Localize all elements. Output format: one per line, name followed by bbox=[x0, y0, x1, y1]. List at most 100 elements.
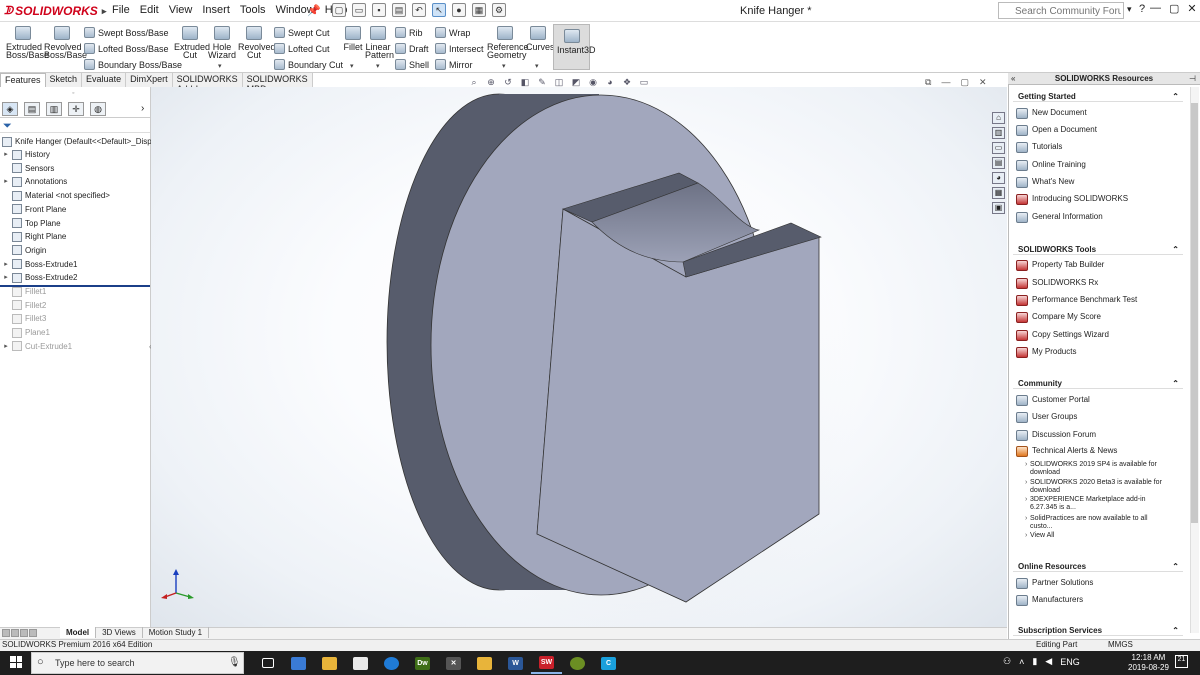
hole-wizard-button[interactable]: Hole Wizard bbox=[208, 26, 236, 60]
dimxpert-manager-tab-icon[interactable]: ✛ bbox=[68, 102, 84, 116]
property-manager-tab-icon[interactable]: ▤ bbox=[24, 102, 40, 116]
resources-link[interactable]: Technical Alerts & News bbox=[1016, 446, 1178, 457]
tree-item[interactable]: ▸ History bbox=[0, 148, 50, 161]
menu-insert[interactable]: Insert bbox=[202, 4, 230, 16]
resources-section-header[interactable]: SOLIDWORKS Tools ⌃ bbox=[1013, 244, 1183, 255]
maximize-icon[interactable]: ▢ bbox=[1169, 2, 1179, 15]
extruded-boss-button[interactable]: Extruded Boss/Base bbox=[6, 26, 49, 60]
view-orientation-icon[interactable]: ◫ bbox=[553, 76, 565, 88]
tab-evaluate[interactable]: Evaluate bbox=[82, 73, 127, 87]
network-icon[interactable]: ▮ bbox=[1032, 656, 1037, 667]
news-link[interactable]: SOLIDWORKS 2020 Beta3 is available for d… bbox=[1025, 479, 1170, 495]
collapse-chevron-icon[interactable]: ⌃ bbox=[1172, 244, 1179, 255]
pane-pin-icon[interactable]: ⊣ bbox=[1189, 74, 1196, 83]
revolved-cut-button[interactable]: Revolved Cut bbox=[238, 26, 276, 60]
lofted-boss-button[interactable]: Lofted Boss/Base bbox=[84, 43, 169, 54]
menu-tools[interactable]: Tools bbox=[240, 4, 266, 16]
notification-center-icon[interactable]: 21 bbox=[1175, 655, 1188, 668]
reference-geometry-button[interactable]: Reference Geometry bbox=[487, 26, 529, 60]
tab-features[interactable]: Features bbox=[0, 73, 46, 87]
menu-file[interactable]: File bbox=[112, 4, 130, 16]
resources-link[interactable]: User Groups bbox=[1016, 412, 1178, 423]
tree-item[interactable]: Plane1 bbox=[0, 326, 50, 339]
prev-tab-icon[interactable] bbox=[11, 629, 19, 637]
resources-link[interactable]: Copy Settings Wizard bbox=[1016, 330, 1178, 341]
resources-link[interactable]: Open a Document bbox=[1016, 125, 1178, 136]
resources-link[interactable]: Introducing SOLIDWORKS bbox=[1016, 194, 1178, 205]
swept-cut-button[interactable]: Swept Cut bbox=[274, 27, 330, 38]
viewport-close-icon[interactable]: ✕ bbox=[979, 77, 987, 88]
expand-arrow-icon[interactable]: ▸ bbox=[0, 175, 12, 188]
shell-button[interactable]: Shell bbox=[395, 59, 429, 70]
collapse-chevron-icon[interactable]: ⌃ bbox=[1172, 378, 1179, 389]
expand-arrow-icon[interactable]: ▸ bbox=[0, 258, 12, 271]
resources-section-header[interactable]: Community ⌃ bbox=[1013, 378, 1183, 389]
file-manager-button[interactable] bbox=[469, 652, 500, 674]
appearances-icon[interactable]: ◕ bbox=[992, 172, 1005, 184]
options-gear-icon[interactable]: ⚙ bbox=[492, 3, 506, 17]
select-cursor-icon[interactable]: ↖ bbox=[432, 3, 446, 17]
fillet-button[interactable]: Fillet bbox=[342, 26, 364, 52]
panel-splitter-icon[interactable]: ◦ bbox=[72, 90, 74, 97]
graphics-area[interactable] bbox=[151, 87, 1007, 627]
minimize-icon[interactable]: — bbox=[1150, 2, 1161, 15]
task-view-button[interactable] bbox=[252, 652, 283, 674]
display-style-icon[interactable]: ◩ bbox=[570, 76, 582, 88]
tree-item[interactable]: Fillet2 bbox=[0, 299, 46, 312]
mail-button[interactable] bbox=[345, 652, 376, 674]
lofted-cut-button[interactable]: Lofted Cut bbox=[274, 43, 330, 54]
units-selector[interactable]: MMGS bbox=[1108, 640, 1133, 649]
configuration-manager-tab-icon[interactable]: ▥ bbox=[46, 102, 62, 116]
boundary-cut-button[interactable]: Boundary Cut bbox=[274, 59, 343, 70]
resources-link[interactable]: My Products bbox=[1016, 347, 1178, 358]
tab-model[interactable]: Model bbox=[60, 627, 97, 638]
home-icon[interactable]: ⌂ bbox=[992, 112, 1005, 124]
windows-start-icon[interactable] bbox=[10, 656, 22, 668]
zoom-to-fit-icon[interactable]: ⌕ bbox=[468, 76, 480, 88]
extruded-cut-button[interactable]: Extruded Cut bbox=[174, 26, 210, 60]
tab-mbd[interactable]: SOLIDWORKS MBD bbox=[242, 73, 313, 94]
resources-link[interactable]: Compare My Score bbox=[1016, 312, 1178, 323]
news-link[interactable]: SolidPractices are now available to all … bbox=[1025, 515, 1170, 531]
section-view-icon[interactable]: ◧ bbox=[519, 76, 531, 88]
resources-link[interactable]: Online Training bbox=[1016, 160, 1178, 171]
new-document-icon[interactable]: ▢ bbox=[332, 3, 346, 17]
edit-appearance-icon[interactable]: ◕ bbox=[604, 76, 616, 88]
zoom-area-icon[interactable]: ⊕ bbox=[485, 76, 497, 88]
resources-link[interactable]: Manufacturers bbox=[1016, 595, 1178, 606]
feature-tree-tab-icon[interactable]: ◈ bbox=[2, 102, 18, 116]
filter-bar[interactable] bbox=[0, 119, 150, 133]
resources-link[interactable]: What's New bbox=[1016, 177, 1178, 188]
show-hidden-icon[interactable]: ˄ bbox=[1019, 657, 1024, 667]
wrap-button[interactable]: Wrap bbox=[435, 27, 470, 38]
tab-motion-study[interactable]: Motion Study 1 bbox=[143, 627, 210, 638]
view-all-link[interactable]: View All bbox=[1025, 532, 1170, 540]
solidworks-taskbar-button[interactable]: SW bbox=[531, 652, 562, 674]
file-explorer-button[interactable] bbox=[314, 652, 345, 674]
file-explorer-icon[interactable]: ▭ bbox=[992, 142, 1005, 154]
solidworks-logo[interactable]: ᗫ SOLIDWORKS ▸ bbox=[4, 3, 106, 19]
help-icon[interactable]: ? bbox=[1139, 3, 1145, 15]
open-folder-icon[interactable]: ▭ bbox=[352, 3, 366, 17]
curves-dropdown-icon[interactable]: ▾ bbox=[535, 62, 539, 70]
tree-item[interactable]: ▸ Boss-Extrude2 bbox=[0, 271, 77, 284]
resources-section-header[interactable]: Getting Started ⌃ bbox=[1013, 91, 1183, 102]
reference-geometry-dropdown-icon[interactable]: ▾ bbox=[502, 62, 506, 70]
tree-root-part[interactable]: Knife Hanger (Default<<Default>_Displa bbox=[2, 135, 158, 148]
resources-link[interactable]: General Information bbox=[1016, 212, 1178, 223]
news-link[interactable]: 3DEXPERIENCE Marketplace add-in 6.27.345… bbox=[1025, 496, 1170, 512]
resources-link[interactable]: Partner Solutions bbox=[1016, 578, 1178, 589]
tree-item[interactable]: Top Plane bbox=[0, 217, 61, 230]
hide-show-items-icon[interactable]: ◉ bbox=[587, 76, 599, 88]
design-library-icon[interactable]: ▥ bbox=[992, 127, 1005, 139]
tree-item[interactable]: ▸ Cut-Extrude1 bbox=[0, 340, 72, 353]
resources-section-header[interactable]: Online Resources ⌃ bbox=[1013, 561, 1183, 572]
volume-icon[interactable]: ◀ bbox=[1045, 656, 1052, 667]
resources-link[interactable]: Customer Portal bbox=[1016, 395, 1178, 406]
swept-boss-button[interactable]: Swept Boss/Base bbox=[84, 27, 169, 38]
fillet-dropdown-icon[interactable]: ▾ bbox=[350, 62, 354, 70]
search-dropdown-icon[interactable]: ▾ bbox=[1127, 4, 1132, 15]
previous-view-icon[interactable]: ↺ bbox=[502, 76, 514, 88]
instant3d-toggle[interactable]: Instant3D bbox=[553, 24, 596, 70]
scrollbar-thumb[interactable] bbox=[1191, 103, 1198, 523]
